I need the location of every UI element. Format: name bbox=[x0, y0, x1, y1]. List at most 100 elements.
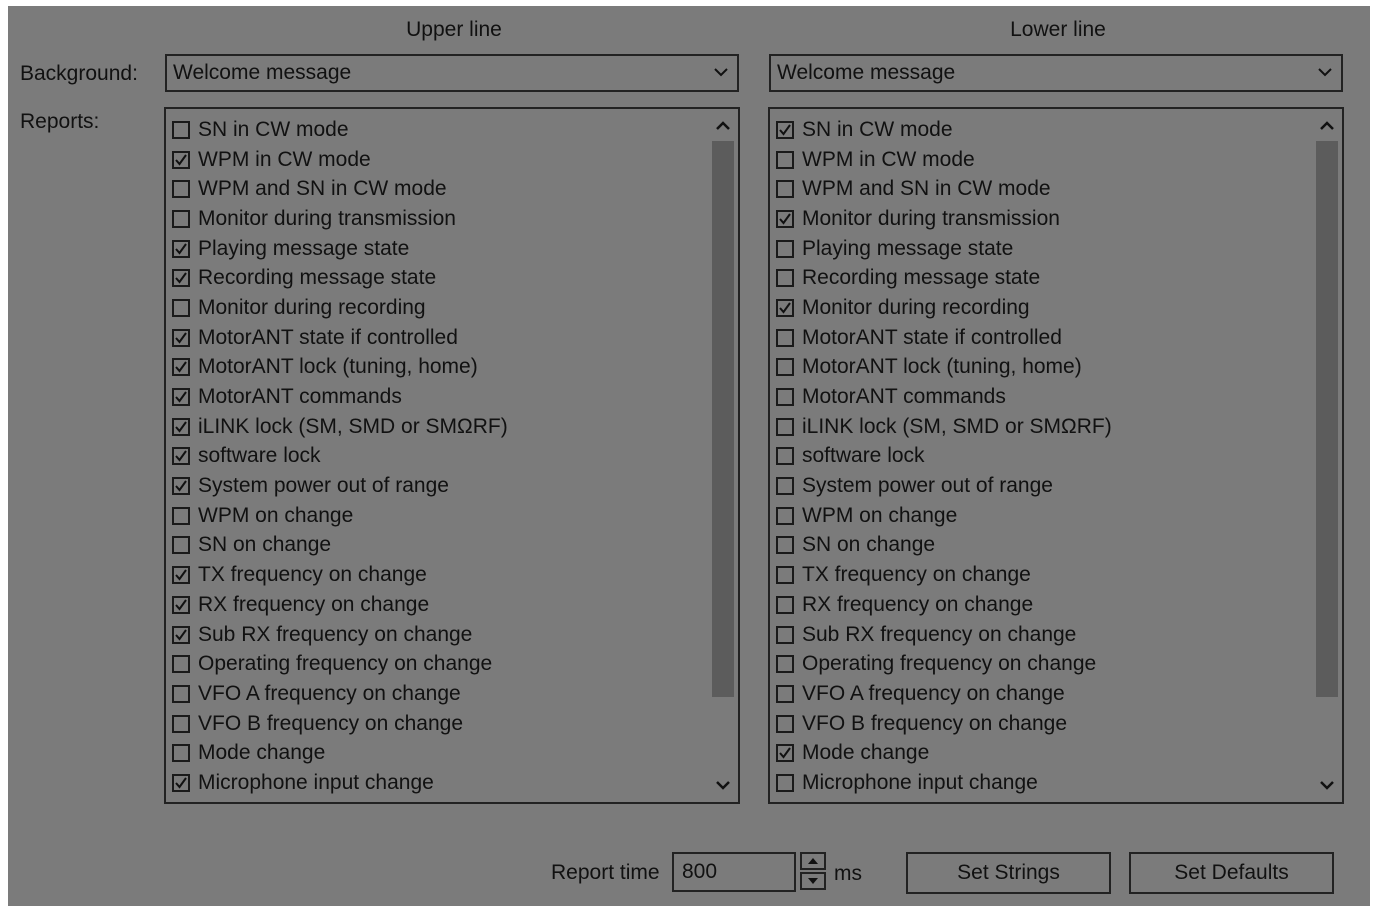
upper-report-item[interactable]: System power out of range bbox=[172, 471, 708, 501]
lower-report-item[interactable]: Playing message state bbox=[776, 234, 1312, 264]
chevron-down-icon[interactable] bbox=[1314, 772, 1340, 798]
checkbox[interactable] bbox=[776, 180, 794, 199]
upper-report-item[interactable]: MotorANT commands bbox=[172, 382, 708, 412]
lower-report-item[interactable]: MotorANT lock (tuning, home) bbox=[776, 353, 1312, 383]
checkbox[interactable] bbox=[172, 388, 190, 407]
upper-report-item[interactable]: TX frequency on change bbox=[172, 560, 708, 590]
upper-report-item[interactable]: Monitor during recording bbox=[172, 293, 708, 323]
report-time-input[interactable]: 800 bbox=[672, 852, 796, 892]
checkbox[interactable] bbox=[172, 120, 190, 139]
checkbox[interactable] bbox=[776, 269, 794, 288]
checkbox[interactable] bbox=[776, 536, 794, 555]
lower-report-item[interactable]: TX frequency on change bbox=[776, 560, 1312, 590]
lower-report-item[interactable]: RX frequency on change bbox=[776, 590, 1312, 620]
checkbox[interactable] bbox=[776, 239, 794, 258]
checkbox[interactable] bbox=[172, 477, 190, 496]
upper-report-item[interactable]: MotorANT state if controlled bbox=[172, 323, 708, 353]
upper-report-item[interactable]: RX frequency on change bbox=[172, 590, 708, 620]
upper-report-item[interactable]: iLINK lock (SM, SMD or SMΩRF) bbox=[172, 412, 708, 442]
lower-report-item[interactable]: SN in CW mode bbox=[776, 115, 1312, 145]
checkbox[interactable] bbox=[776, 447, 794, 466]
checkbox[interactable] bbox=[172, 150, 190, 169]
checkbox[interactable] bbox=[172, 744, 190, 763]
checkbox[interactable] bbox=[172, 595, 190, 614]
lower-report-item[interactable]: VFO B frequency on change bbox=[776, 709, 1312, 739]
chevron-up-icon[interactable] bbox=[1314, 113, 1340, 139]
chevron-up-icon[interactable] bbox=[710, 113, 736, 139]
upper-report-item[interactable]: MotorANT lock (tuning, home) bbox=[172, 353, 708, 383]
upper-report-item[interactable]: Recording message state bbox=[172, 263, 708, 293]
set-defaults-button[interactable]: Set Defaults bbox=[1129, 852, 1334, 894]
checkbox[interactable] bbox=[172, 625, 190, 644]
checkbox[interactable] bbox=[776, 417, 794, 436]
lower-reports-list[interactable]: SN in CW mode WPM in CW mode WPM and SN in… bbox=[768, 107, 1344, 804]
lower-report-item[interactable]: Recording message state bbox=[776, 263, 1312, 293]
spin-down-button[interactable] bbox=[800, 872, 826, 890]
upper-report-item[interactable]: software lock bbox=[172, 442, 708, 472]
checkbox[interactable] bbox=[172, 328, 190, 347]
lower-report-item[interactable]: Microphone input change bbox=[776, 768, 1312, 798]
upper-report-item[interactable]: Microphone input change bbox=[172, 768, 708, 798]
lower-report-item[interactable]: Monitor during transmission bbox=[776, 204, 1312, 234]
checkbox[interactable] bbox=[172, 506, 190, 525]
spin-up-button[interactable] bbox=[800, 852, 826, 870]
checkbox[interactable] bbox=[776, 625, 794, 644]
checkbox[interactable] bbox=[172, 655, 190, 674]
lower-scrollbar[interactable] bbox=[1314, 111, 1340, 800]
checkbox[interactable] bbox=[776, 120, 794, 139]
chevron-down-icon[interactable] bbox=[710, 772, 736, 798]
lower-report-item[interactable]: iLINK lock (SM, SMD or SMΩRF) bbox=[776, 412, 1312, 442]
checkbox[interactable] bbox=[776, 298, 794, 317]
lower-report-item[interactable]: software lock bbox=[776, 442, 1312, 472]
upper-report-item[interactable]: Sub RX frequency on change bbox=[172, 620, 708, 650]
checkbox[interactable] bbox=[776, 209, 794, 228]
checkbox[interactable] bbox=[172, 239, 190, 258]
checkbox[interactable] bbox=[776, 744, 794, 763]
checkbox[interactable] bbox=[776, 684, 794, 703]
lower-report-item[interactable]: Monitor during recording bbox=[776, 293, 1312, 323]
upper-report-item[interactable]: WPM and SN in CW mode bbox=[172, 174, 708, 204]
checkbox[interactable] bbox=[172, 566, 190, 585]
lower-report-item[interactable]: MotorANT commands bbox=[776, 382, 1312, 412]
checkbox[interactable] bbox=[172, 684, 190, 703]
upper-report-item[interactable]: Mode change bbox=[172, 738, 708, 768]
upper-report-item[interactable]: VFO A frequency on change bbox=[172, 679, 708, 709]
upper-scrollbar[interactable] bbox=[710, 111, 736, 800]
upper-report-item[interactable]: VFO B frequency on change bbox=[172, 709, 708, 739]
checkbox[interactable] bbox=[776, 773, 794, 792]
checkbox[interactable] bbox=[172, 417, 190, 436]
set-strings-button[interactable]: Set Strings bbox=[906, 852, 1111, 894]
checkbox[interactable] bbox=[172, 773, 190, 792]
checkbox[interactable] bbox=[172, 447, 190, 466]
upper-report-item[interactable]: Operating frequency on change bbox=[172, 649, 708, 679]
upper-report-item[interactable]: WPM in CW mode bbox=[172, 145, 708, 175]
upper-reports-list[interactable]: SN in CW mode WPM in CW mode WPM and SN in… bbox=[164, 107, 740, 804]
upper-scroll-thumb[interactable] bbox=[712, 141, 734, 697]
lower-scroll-thumb[interactable] bbox=[1316, 141, 1338, 697]
checkbox[interactable] bbox=[776, 328, 794, 347]
lower-report-item[interactable]: System power out of range bbox=[776, 471, 1312, 501]
lower-report-item[interactable]: Sub RX frequency on change bbox=[776, 620, 1312, 650]
lower-report-item[interactable]: WPM on change bbox=[776, 501, 1312, 531]
upper-report-item[interactable]: SN on change bbox=[172, 531, 708, 561]
lower-report-item[interactable]: WPM and SN in CW mode bbox=[776, 174, 1312, 204]
checkbox[interactable] bbox=[776, 566, 794, 585]
lower-report-item[interactable]: VFO A frequency on change bbox=[776, 679, 1312, 709]
checkbox[interactable] bbox=[776, 388, 794, 407]
upper-report-item[interactable]: Playing message state bbox=[172, 234, 708, 264]
lower-report-item[interactable]: SN on change bbox=[776, 531, 1312, 561]
checkbox[interactable] bbox=[776, 358, 794, 377]
checkbox[interactable] bbox=[776, 655, 794, 674]
lower-report-item[interactable]: WPM in CW mode bbox=[776, 145, 1312, 175]
checkbox[interactable] bbox=[172, 209, 190, 228]
checkbox[interactable] bbox=[776, 150, 794, 169]
lower-report-item[interactable]: MotorANT state if controlled bbox=[776, 323, 1312, 353]
lower-report-item[interactable]: Mode change bbox=[776, 738, 1312, 768]
checkbox[interactable] bbox=[172, 269, 190, 288]
checkbox[interactable] bbox=[172, 298, 190, 317]
lower-report-item[interactable]: Operating frequency on change bbox=[776, 649, 1312, 679]
upper-report-item[interactable]: Monitor during transmission bbox=[172, 204, 708, 234]
checkbox[interactable] bbox=[172, 536, 190, 555]
checkbox[interactable] bbox=[172, 714, 190, 733]
checkbox[interactable] bbox=[776, 595, 794, 614]
